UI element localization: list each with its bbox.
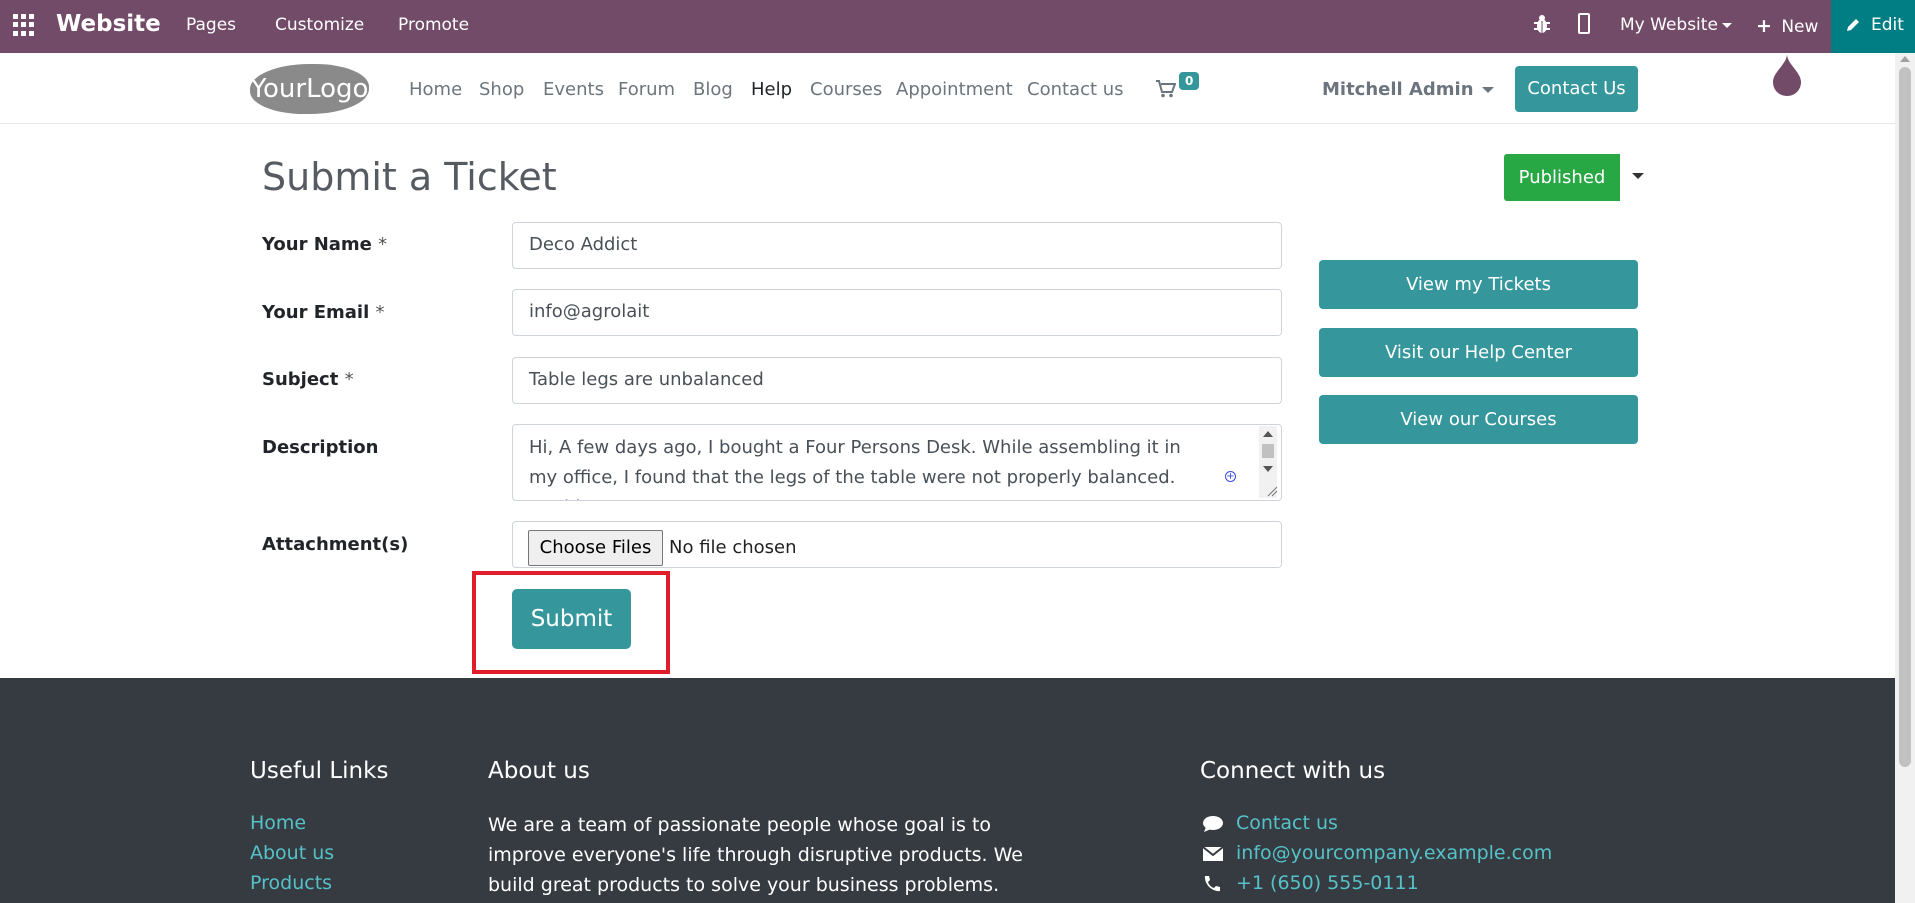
edit-button[interactable]: Edit [1831, 0, 1915, 53]
menu-pages[interactable]: Pages [186, 15, 236, 35]
site-selector-label: My Website [1620, 15, 1718, 35]
user-name: Mitchell Admin [1322, 79, 1474, 100]
site-selector[interactable]: My Website [1620, 15, 1732, 35]
nav-shop[interactable]: Shop [479, 79, 524, 100]
site-footer: Useful Links Home About us Products Abou… [0, 678, 1895, 903]
envelope-icon [1202, 846, 1224, 861]
cart-count-badge: 0 [1179, 72, 1200, 90]
useful-links-title: Useful Links [250, 758, 389, 784]
required-marker: * [344, 369, 354, 390]
scrollbar-thumb[interactable] [1262, 444, 1274, 458]
resize-grip-icon[interactable] [1266, 485, 1278, 497]
contact-us-button[interactable]: Contact Us [1515, 66, 1638, 112]
email-label-text: Your Email [262, 302, 370, 323]
email-input[interactable]: info@agrolait [512, 289, 1282, 336]
user-menu[interactable]: Mitchell Admin [1322, 79, 1494, 100]
nav-appointment[interactable]: Appointment [896, 79, 1013, 100]
required-marker: * [378, 234, 388, 255]
nav-home[interactable]: Home [409, 79, 462, 100]
subject-label-text: Subject [262, 369, 339, 390]
theme-drop-icon [1773, 54, 1801, 96]
website-topbar: Website Pages Customize Promote My Websi… [0, 0, 1915, 53]
name-label: Your Name * [262, 234, 387, 255]
phone-icon [1204, 876, 1220, 892]
visit-help-center-button[interactable]: Visit our Help Center [1319, 328, 1638, 377]
footer-link-about[interactable]: About us [250, 842, 334, 864]
view-my-tickets-button[interactable]: View my Tickets [1319, 260, 1638, 309]
menu-promote[interactable]: Promote [398, 15, 469, 35]
plus-icon: + [1756, 15, 1772, 37]
edit-label: Edit [1871, 15, 1904, 35]
scrollbar-thumb[interactable] [1899, 67, 1911, 767]
pencil-icon [1847, 19, 1859, 31]
subject-input[interactable]: Table legs are unbalanced [512, 357, 1282, 404]
footer-email-link[interactable]: info@yourcompany.example.com [1236, 842, 1552, 864]
nav-events[interactable]: Events [543, 79, 604, 100]
connect-title: Connect with us [1200, 758, 1386, 784]
comment-icon [1203, 816, 1223, 832]
no-file-text: No file chosen [669, 537, 797, 558]
published-toggle[interactable]: Published [1504, 154, 1620, 201]
about-text: We are a team of passionate people whose… [488, 814, 1023, 896]
grammar-plus-icon[interactable]: + [1225, 471, 1236, 482]
debug-bug-icon[interactable] [1533, 13, 1551, 35]
required-marker: * [375, 302, 385, 323]
menu-customize[interactable]: Customize [275, 15, 364, 35]
footer-link-home[interactable]: Home [250, 812, 306, 834]
new-label: New [1781, 17, 1819, 37]
chevron-down-icon [1721, 22, 1732, 28]
page-scrollbar[interactable] [1895, 53, 1915, 903]
site-logo[interactable]: YourLogo [250, 64, 369, 114]
app-name[interactable]: Website [56, 11, 161, 37]
name-label-text: Your Name [262, 234, 372, 255]
mobile-preview-icon[interactable] [1578, 13, 1590, 34]
description-textarea[interactable]: Hi, A few days ago, I bought a Four Pers… [512, 424, 1282, 501]
chevron-down-icon [1481, 87, 1494, 93]
attachment-label: Attachment(s) [262, 534, 409, 555]
footer-contact-link[interactable]: Contact us [1236, 812, 1338, 834]
about-title: About us [488, 758, 590, 784]
nav-forum[interactable]: Forum [618, 79, 675, 100]
nav-contact-us[interactable]: Contact us [1027, 79, 1124, 100]
shopping-cart-icon[interactable] [1156, 80, 1176, 98]
new-button[interactable]: + New [1756, 15, 1818, 37]
footer-phone-link[interactable]: +1 (650) 555-0111 [1236, 872, 1419, 894]
view-courses-button[interactable]: View our Courses [1319, 395, 1638, 444]
email-label: Your Email * [262, 302, 385, 323]
footer-link-products[interactable]: Products [250, 872, 332, 894]
scroll-up-arrow[interactable] [1263, 431, 1273, 437]
apps-grid-icon[interactable] [13, 14, 35, 36]
subject-label: Subject * [262, 369, 354, 390]
choose-files-button[interactable]: Choose Files [528, 530, 663, 566]
scroll-up-arrow[interactable] [1900, 56, 1910, 62]
description-label: Description [262, 437, 379, 458]
scroll-down-arrow[interactable] [1263, 466, 1273, 472]
nav-courses[interactable]: Courses [810, 79, 882, 100]
name-input[interactable]: Deco Addict [512, 222, 1282, 269]
nav-help[interactable]: Help [751, 79, 792, 100]
highlight-box [472, 571, 670, 674]
nav-blog[interactable]: Blog [693, 79, 733, 100]
attachment-file-input[interactable]: Choose Files No file chosen [512, 521, 1282, 568]
page-title: Submit a Ticket [262, 155, 557, 199]
chevron-down-icon[interactable] [1632, 173, 1644, 179]
